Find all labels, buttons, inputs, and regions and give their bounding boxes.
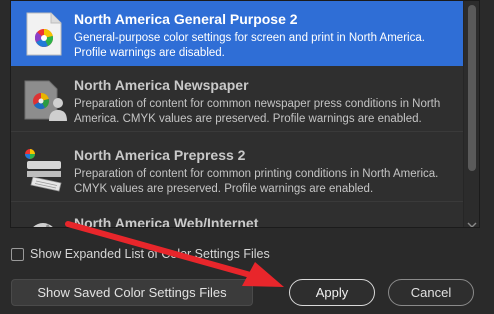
list-scrollbar[interactable]	[463, 1, 479, 227]
item-title: North America Newspaper	[74, 77, 249, 93]
list-item-prepress[interactable]: North America Prepress 2 Preparation of …	[11, 137, 463, 202]
color-settings-list[interactable]: North America General Purpose 2 General-…	[10, 0, 480, 228]
expanded-list-label: Show Expanded List of Color Settings Fil…	[30, 247, 270, 261]
document-color-wheel-icon	[21, 11, 67, 57]
item-description: Preparation of content for common printi…	[74, 168, 439, 195]
apply-button[interactable]: Apply	[289, 279, 375, 306]
item-title: North America Prepress 2	[74, 147, 246, 163]
item-description: General-purpose color settings for scree…	[74, 32, 425, 59]
list-item-newspaper[interactable]: North America Newspaper Preparation of c…	[11, 67, 463, 132]
show-saved-files-button[interactable]: Show Saved Color Settings Files	[11, 279, 253, 306]
list-item-web-internet[interactable]: North America Web/Internet	[11, 205, 463, 228]
item-title: North America General Purpose 2	[74, 11, 298, 27]
globe-icon	[21, 215, 67, 227]
expanded-list-checkbox[interactable]	[11, 247, 24, 261]
item-description: Preparation of content for common newspa…	[74, 98, 441, 125]
expanded-list-option[interactable]: Show Expanded List of Color Settings Fil…	[11, 246, 270, 262]
item-title: North America Web/Internet	[74, 215, 259, 228]
printing-press-icon	[21, 147, 67, 193]
scrollbar-thumb[interactable]	[468, 5, 476, 171]
newspaper-person-icon	[21, 77, 67, 123]
chevron-down-icon[interactable]	[467, 216, 477, 227]
cancel-button[interactable]: Cancel	[388, 279, 474, 306]
list-item-general-purpose[interactable]: North America General Purpose 2 General-…	[11, 1, 463, 66]
